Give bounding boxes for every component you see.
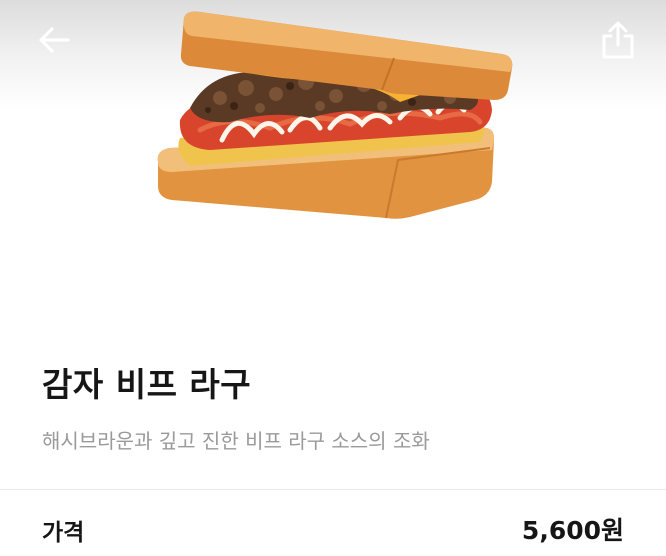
price-value: 5,600원 (521, 516, 624, 545)
product-hero (0, 0, 666, 328)
product-title: 감자 비프 라구 (42, 365, 252, 404)
back-button[interactable] (32, 18, 76, 62)
arrow-left-icon (39, 27, 70, 53)
share-icon (602, 21, 634, 59)
product-description: 해시브라운과 깊고 진한 비프 라구 소스의 조화 (42, 429, 430, 453)
share-button[interactable] (596, 18, 640, 62)
section-divider (0, 489, 666, 490)
price-label: 가격 (42, 520, 85, 546)
sandwich-image (157, 11, 513, 219)
